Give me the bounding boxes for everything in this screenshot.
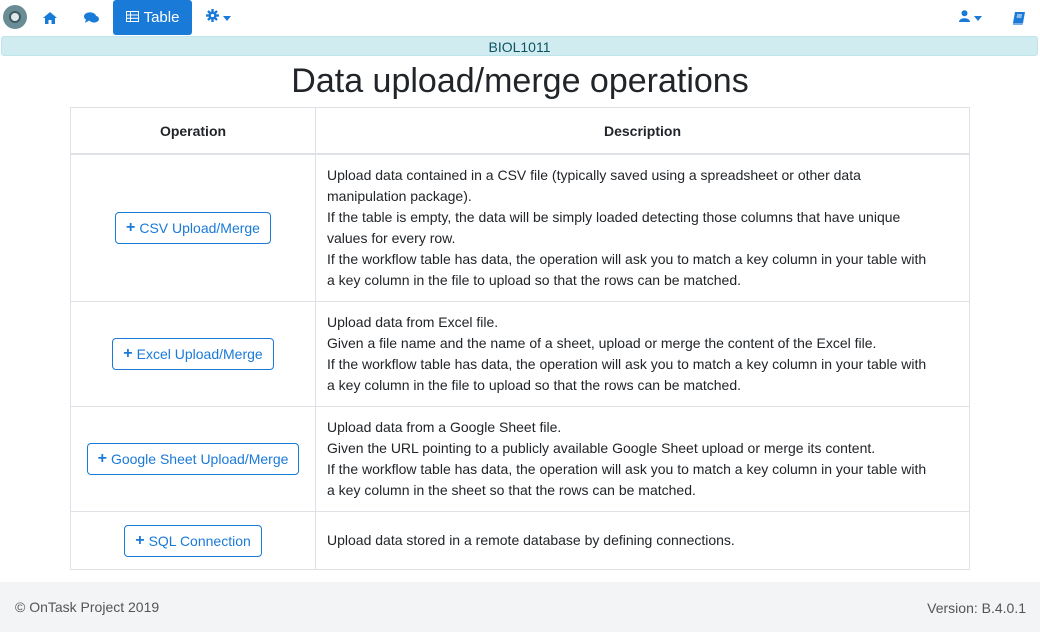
button-label: CSV Upload/Merge — [139, 220, 260, 236]
chevron-down-icon — [223, 15, 231, 21]
book-icon[interactable] — [1013, 8, 1025, 28]
table-icon — [125, 9, 144, 26]
chevron-down-icon — [974, 15, 982, 21]
page-title: Data upload/merge operations — [291, 62, 749, 100]
table-row: + CSV Upload/Merge Upload data contained… — [70, 153, 970, 302]
operations-table: Operation Description + CSV Upload/Merge… — [70, 107, 970, 570]
operation-cell: + SQL Connection — [70, 511, 316, 570]
operation-cell: + Excel Upload/Merge — [70, 301, 316, 407]
operation-cell: + Google Sheet Upload/Merge — [70, 406, 316, 512]
table-row: + SQL Connection Upload data stored in a… — [70, 511, 970, 570]
column-header-description: Description — [315, 107, 970, 155]
column-header-operation: Operation — [70, 107, 316, 155]
comments-icon[interactable] — [84, 8, 99, 28]
description-line: values for every row. — [327, 230, 456, 246]
csv-upload-merge-button[interactable]: + CSV Upload/Merge — [115, 212, 271, 244]
description-line: a key column in the sheet so that the ro… — [327, 482, 696, 498]
description-line: manipulation package). — [327, 188, 472, 204]
description-line: If the workflow table has data, the oper… — [327, 251, 927, 267]
plus-icon: + — [126, 219, 136, 236]
footer-copyright: © OnTask Project 2019 — [15, 599, 160, 615]
google-sheet-upload-merge-button[interactable]: + Google Sheet Upload/Merge — [86, 443, 300, 475]
table-header-row: Operation Description — [70, 107, 970, 155]
footer-version: Version: B.4.0.1 — [927, 600, 1026, 616]
ontask-logo[interactable] — [3, 5, 27, 29]
button-label: SQL Connection — [148, 532, 251, 549]
tab-table-label: Table — [143, 9, 180, 26]
description-cell: Upload data from a Google Sheet file. Gi… — [315, 406, 970, 512]
description-cell: Upload data contained in a CSV file (typ… — [315, 153, 970, 302]
description-line: Upload data from a Google Sheet file. — [327, 419, 562, 435]
user-dropdown[interactable] — [959, 8, 982, 28]
description-cell: Upload data from Excel file. Given a fil… — [315, 301, 970, 407]
gear-icon — [206, 9, 219, 27]
description-cell: Upload data stored in a remote database … — [315, 511, 970, 570]
user-icon — [959, 9, 970, 27]
description-line: Upload data from Excel file. — [327, 314, 499, 330]
description-line: Upload data contained in a CSV file (typ… — [327, 167, 861, 183]
table-row: + Excel Upload/Merge Upload data from Ex… — [70, 301, 970, 407]
description-line: If the table is empty, the data will be … — [327, 209, 901, 225]
home-icon[interactable] — [43, 8, 57, 28]
description-line: If the workflow table has data, the oper… — [327, 461, 927, 477]
tab-table[interactable]: Table — [113, 0, 192, 35]
operation-cell: + CSV Upload/Merge — [70, 153, 316, 302]
button-label: Google Sheet Upload/Merge — [110, 451, 289, 467]
description-line: If the workflow table has data, the oper… — [327, 356, 927, 372]
plus-icon: + — [135, 531, 145, 549]
description-line: Given the URL pointing to a publicly ava… — [327, 440, 876, 456]
button-label: Excel Upload/Merge — [136, 346, 263, 362]
description-line: a key column in the file to upload so th… — [327, 377, 742, 393]
footer: © OnTask Project 2019 Version: B.4.0.1 — [0, 582, 1040, 632]
plus-icon: + — [97, 450, 107, 467]
description-line: a key column in the file to upload so th… — [327, 272, 742, 288]
excel-upload-merge-button[interactable]: + Excel Upload/Merge — [112, 338, 274, 370]
workflow-name-banner: BIOL1011 — [1, 36, 1038, 56]
description-line: Upload data stored in a remote database … — [327, 532, 735, 548]
top-navbar: Table — [0, 0, 1040, 36]
sql-connection-button[interactable]: + SQL Connection — [124, 524, 262, 557]
description-line: Given a file name and the name of a shee… — [327, 335, 877, 351]
settings-dropdown[interactable] — [206, 8, 231, 28]
table-row: + Google Sheet Upload/Merge Upload data … — [70, 406, 970, 512]
plus-icon: + — [123, 345, 133, 362]
